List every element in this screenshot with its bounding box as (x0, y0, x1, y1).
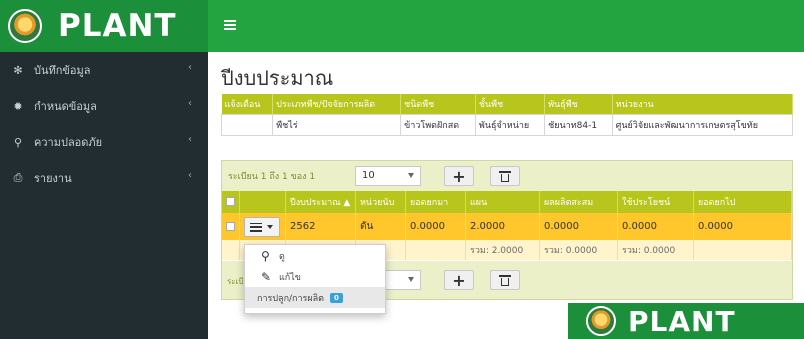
caret-down-icon (267, 225, 273, 229)
cell-used: 0.0000 (617, 213, 694, 240)
column-header[interactable]: ใช้ประโยชน์ (617, 191, 694, 213)
footer-paging-info: ระเบี (227, 277, 244, 286)
menu-item-view[interactable]: ⚲ ดู (245, 245, 385, 266)
sidebar-item-security[interactable]: ⚲ ความปลอดภัย ‹ (0, 124, 208, 160)
menu-item-label: ดู (279, 251, 285, 262)
sum-plan: รวม: 2.0000 (465, 240, 540, 260)
select-all-header[interactable] (222, 191, 240, 213)
column-header: พันธุ์พืช (544, 94, 613, 115)
sidebar-item-settings-data[interactable]: ✹ กำหนดข้อมูล ‹ (0, 88, 208, 124)
sidebar-item-label: ความปลอดภัย (34, 136, 103, 149)
menu-item-label: การปลูก/การผลิต (257, 293, 325, 304)
chevron-left-icon: ‹ (188, 170, 192, 181)
page-title: ปีงบประมาณ (221, 66, 334, 90)
plant-logo-icon (8, 9, 42, 43)
sum-used: รวม: 0.0000 (617, 240, 694, 260)
sidebar: ✻ บันทึกข้อมูล ‹ ✹ กำหนดข้อมูล ‹ ⚲ ความป… (0, 52, 208, 339)
caret-down-icon (408, 277, 414, 282)
column-header: ชั้นพืช (475, 94, 546, 115)
cog-icon: ✹ (13, 99, 23, 113)
key-icon: ⚲ (13, 135, 23, 149)
asterisk-icon: ✻ (13, 63, 23, 77)
plus-icon: + (452, 166, 466, 186)
column-header: ชนิดพืช (400, 94, 476, 115)
hamburger-menu-icon[interactable] (222, 17, 238, 33)
cell-year: 2562 (285, 213, 356, 240)
column-header: แจ้งเตือน (221, 94, 274, 115)
caret-down-icon (408, 173, 414, 178)
chevron-left-icon: ‹ (188, 98, 192, 109)
column-header[interactable]: ผลผลิตสะสม (539, 191, 618, 213)
top-navbar (208, 0, 804, 52)
plant-logo-icon (586, 306, 616, 336)
brand-name: PLANT (58, 8, 177, 44)
printer-icon: ⎙ (13, 171, 23, 184)
footer-delete-button[interactable] (490, 270, 520, 290)
table-header-row: แจ้งเตือน ประเภทพืช/ปัจจัยการผลิต ชนิดพื… (221, 94, 794, 115)
table-row: พืชไร่ ข้าวโพดฝักสด พันธุ์จำหน่าย ชัยนาท… (220, 114, 794, 136)
grid-header-row: ปีงบประมาณ ▲ หน่วยนับ ยอดยกมา แผน ผลผลิต… (222, 191, 792, 213)
menu-item-label: แก้ไข (279, 272, 301, 283)
cell-carried-in: 0.0000 (405, 213, 466, 240)
column-header[interactable]: ยอดยกมา (405, 191, 466, 213)
page-size-select[interactable]: 10 (355, 166, 421, 186)
table-cell (220, 114, 274, 136)
column-header[interactable]: แผน (465, 191, 540, 213)
plant-info-table: แจ้งเตือน ประเภทพืช/ปัจจัยการผลิต ชนิดพื… (220, 94, 794, 136)
add-button[interactable]: + (444, 166, 474, 186)
column-header[interactable]: หน่วยนับ (355, 191, 406, 213)
column-header[interactable]: ยอดยกไป (693, 191, 792, 213)
table-cell: ข้าวโพดฝักสด (400, 114, 476, 136)
column-header: ประเภทพืช/ปัจจัยการผลิต (272, 94, 402, 115)
page-size-value: 10 (362, 170, 375, 181)
budget-toolbar: ระเบียน 1 ถึง 1 ของ 1 10 + (222, 161, 792, 191)
row-checkbox-cell[interactable] (222, 213, 240, 240)
sidebar-item-label: กำหนดข้อมูล (34, 100, 97, 113)
trash-icon (499, 274, 511, 286)
column-header (239, 191, 286, 213)
sidebar-item-label: รายงาน (34, 172, 72, 185)
chevron-left-icon: ‹ (188, 62, 192, 73)
watermark-name: PLANT (628, 304, 736, 338)
table-cell: ศูนย์วิจัยและพัฒนาการเกษตรสุโขทัย (611, 114, 794, 136)
footer-add-button[interactable]: + (444, 270, 474, 290)
column-header: หน่วยงาน (612, 94, 794, 115)
search-icon: ⚲ (261, 248, 270, 263)
table-row[interactable]: 2562 ตัน 0.0000 2.0000 0.0000 0.0000 0.0… (222, 213, 792, 240)
cell-plan: 2.0000 (465, 213, 540, 240)
row-action-menu-button[interactable] (244, 217, 280, 237)
table-cell: ชัยนาท84-1 (544, 114, 613, 136)
count-badge: 0 (330, 292, 343, 303)
row-action-dropdown: ⚲ ดู ✎ แก้ไข การปลูก/การผลิต 0 (244, 244, 386, 314)
pencil-icon: ✎ (261, 269, 272, 284)
brand-logo[interactable]: PLANT (0, 0, 208, 52)
cell-unit: ตัน (355, 213, 406, 240)
row-checkbox[interactable] (226, 221, 235, 231)
sidebar-item-record-data[interactable]: ✻ บันทึกข้อมูล ‹ (0, 52, 208, 88)
menu-item-edit[interactable]: ✎ แก้ไข (245, 266, 385, 287)
trash-icon (499, 170, 511, 182)
select-all-checkbox[interactable] (226, 197, 235, 206)
plus-icon: + (452, 270, 466, 290)
menu-item-planting-production[interactable]: การปลูก/การผลิต 0 (245, 287, 385, 308)
delete-button[interactable] (490, 166, 520, 186)
list-icon (250, 222, 262, 232)
table-cell: พืชไร่ (272, 114, 402, 136)
cell-carried-out: 0.0000 (693, 213, 792, 240)
cell-accumulated: 0.0000 (539, 213, 618, 240)
watermark-logo: PLANT (568, 303, 804, 339)
row-action-cell (239, 213, 286, 240)
sidebar-item-reports[interactable]: ⎙ รายงาน ‹ (0, 160, 208, 196)
chevron-left-icon: ‹ (188, 134, 192, 145)
table-cell: พันธุ์จำหน่าย (474, 114, 546, 136)
column-header-year[interactable]: ปีงบประมาณ ▲ (285, 191, 356, 213)
sidebar-item-label: บันทึกข้อมูล (34, 64, 91, 77)
paging-info: ระเบียน 1 ถึง 1 ของ 1 (228, 172, 316, 182)
sum-accumulated: รวม: 0.0000 (539, 240, 618, 260)
